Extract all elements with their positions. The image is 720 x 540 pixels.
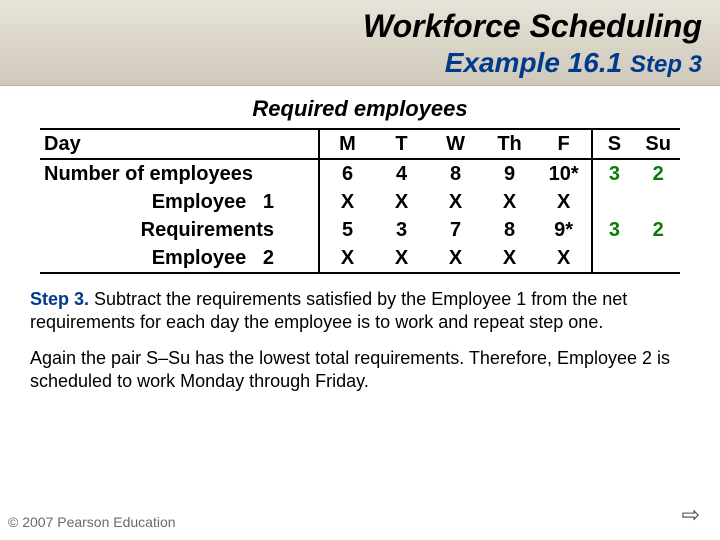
section-label: Required employees bbox=[0, 96, 720, 122]
cell: 3 bbox=[375, 216, 429, 244]
paragraph-step3: Step 3. Subtract the requirements satisf… bbox=[30, 288, 690, 333]
cell: X bbox=[319, 244, 374, 273]
table-header-row: Day M T W Th F S Su bbox=[40, 129, 680, 159]
col-th: Th bbox=[483, 129, 537, 159]
col-su: Su bbox=[636, 129, 680, 159]
col-w: W bbox=[429, 129, 483, 159]
cell: 9 bbox=[483, 159, 537, 188]
cell: 2 bbox=[636, 159, 680, 188]
row-label-text: Requirements bbox=[141, 219, 274, 241]
col-t: T bbox=[375, 129, 429, 159]
cell: X bbox=[375, 188, 429, 216]
cell: X bbox=[483, 244, 537, 273]
cell: 10* bbox=[537, 159, 592, 188]
cell bbox=[636, 244, 680, 273]
row-label-text: Employee bbox=[152, 247, 246, 269]
row-label-num: 2 bbox=[263, 247, 274, 269]
cell bbox=[592, 244, 637, 273]
table-row: Requirements 5 3 7 8 9* 3 2 bbox=[40, 216, 680, 244]
col-f: F bbox=[537, 129, 592, 159]
col-s: S bbox=[592, 129, 637, 159]
cell: 4 bbox=[375, 159, 429, 188]
schedule-table: Day M T W Th F S Su Number of employees … bbox=[40, 128, 680, 274]
cell: 3 bbox=[592, 216, 637, 244]
header-band: Workforce Scheduling Example 16.1 Step 3 bbox=[0, 0, 720, 86]
row-label-num: 1 bbox=[263, 191, 274, 213]
next-arrow-icon[interactable]: ⇨ bbox=[682, 502, 700, 528]
cell: X bbox=[429, 244, 483, 273]
cell: 8 bbox=[429, 159, 483, 188]
cell: X bbox=[537, 188, 592, 216]
cell: 2 bbox=[636, 216, 680, 244]
cell: X bbox=[429, 188, 483, 216]
day-header-cell: Day bbox=[40, 129, 319, 159]
table-row: Employee 1 X X X X X bbox=[40, 188, 680, 216]
slide-subtitle: Example 16.1 Step 3 bbox=[18, 47, 702, 79]
paragraph-conclusion: Again the pair S–Su has the lowest total… bbox=[30, 347, 690, 392]
cell bbox=[592, 188, 637, 216]
cell: X bbox=[483, 188, 537, 216]
cell: 7 bbox=[429, 216, 483, 244]
subtitle-example: Example 16.1 bbox=[445, 47, 622, 78]
table-row: Number of employees 6 4 8 9 10* 3 2 bbox=[40, 159, 680, 188]
cell: 8 bbox=[483, 216, 537, 244]
cell: X bbox=[375, 244, 429, 273]
cell: 6 bbox=[319, 159, 374, 188]
row-label: Employee 2 bbox=[40, 244, 319, 273]
slide-title: Workforce Scheduling bbox=[18, 8, 702, 45]
paragraph-body: Subtract the requirements satisfied by t… bbox=[30, 289, 627, 332]
cell: X bbox=[537, 244, 592, 273]
row-label-text: Employee bbox=[152, 191, 246, 213]
row-label: Employee 1 bbox=[40, 188, 319, 216]
cell: X bbox=[319, 188, 374, 216]
cell bbox=[636, 188, 680, 216]
cell: 3 bbox=[592, 159, 637, 188]
schedule-table-wrap: Day M T W Th F S Su Number of employees … bbox=[0, 128, 720, 274]
paragraph-lead: Step 3. bbox=[30, 289, 89, 309]
row-label: Requirements bbox=[40, 216, 319, 244]
copyright-text: © 2007 Pearson Education bbox=[8, 514, 176, 530]
table-row: Employee 2 X X X X X bbox=[40, 244, 680, 273]
col-m: M bbox=[319, 129, 374, 159]
cell: 9* bbox=[537, 216, 592, 244]
cell: 5 bbox=[319, 216, 374, 244]
row-label: Number of employees bbox=[40, 159, 319, 188]
subtitle-step: Step 3 bbox=[630, 51, 702, 78]
